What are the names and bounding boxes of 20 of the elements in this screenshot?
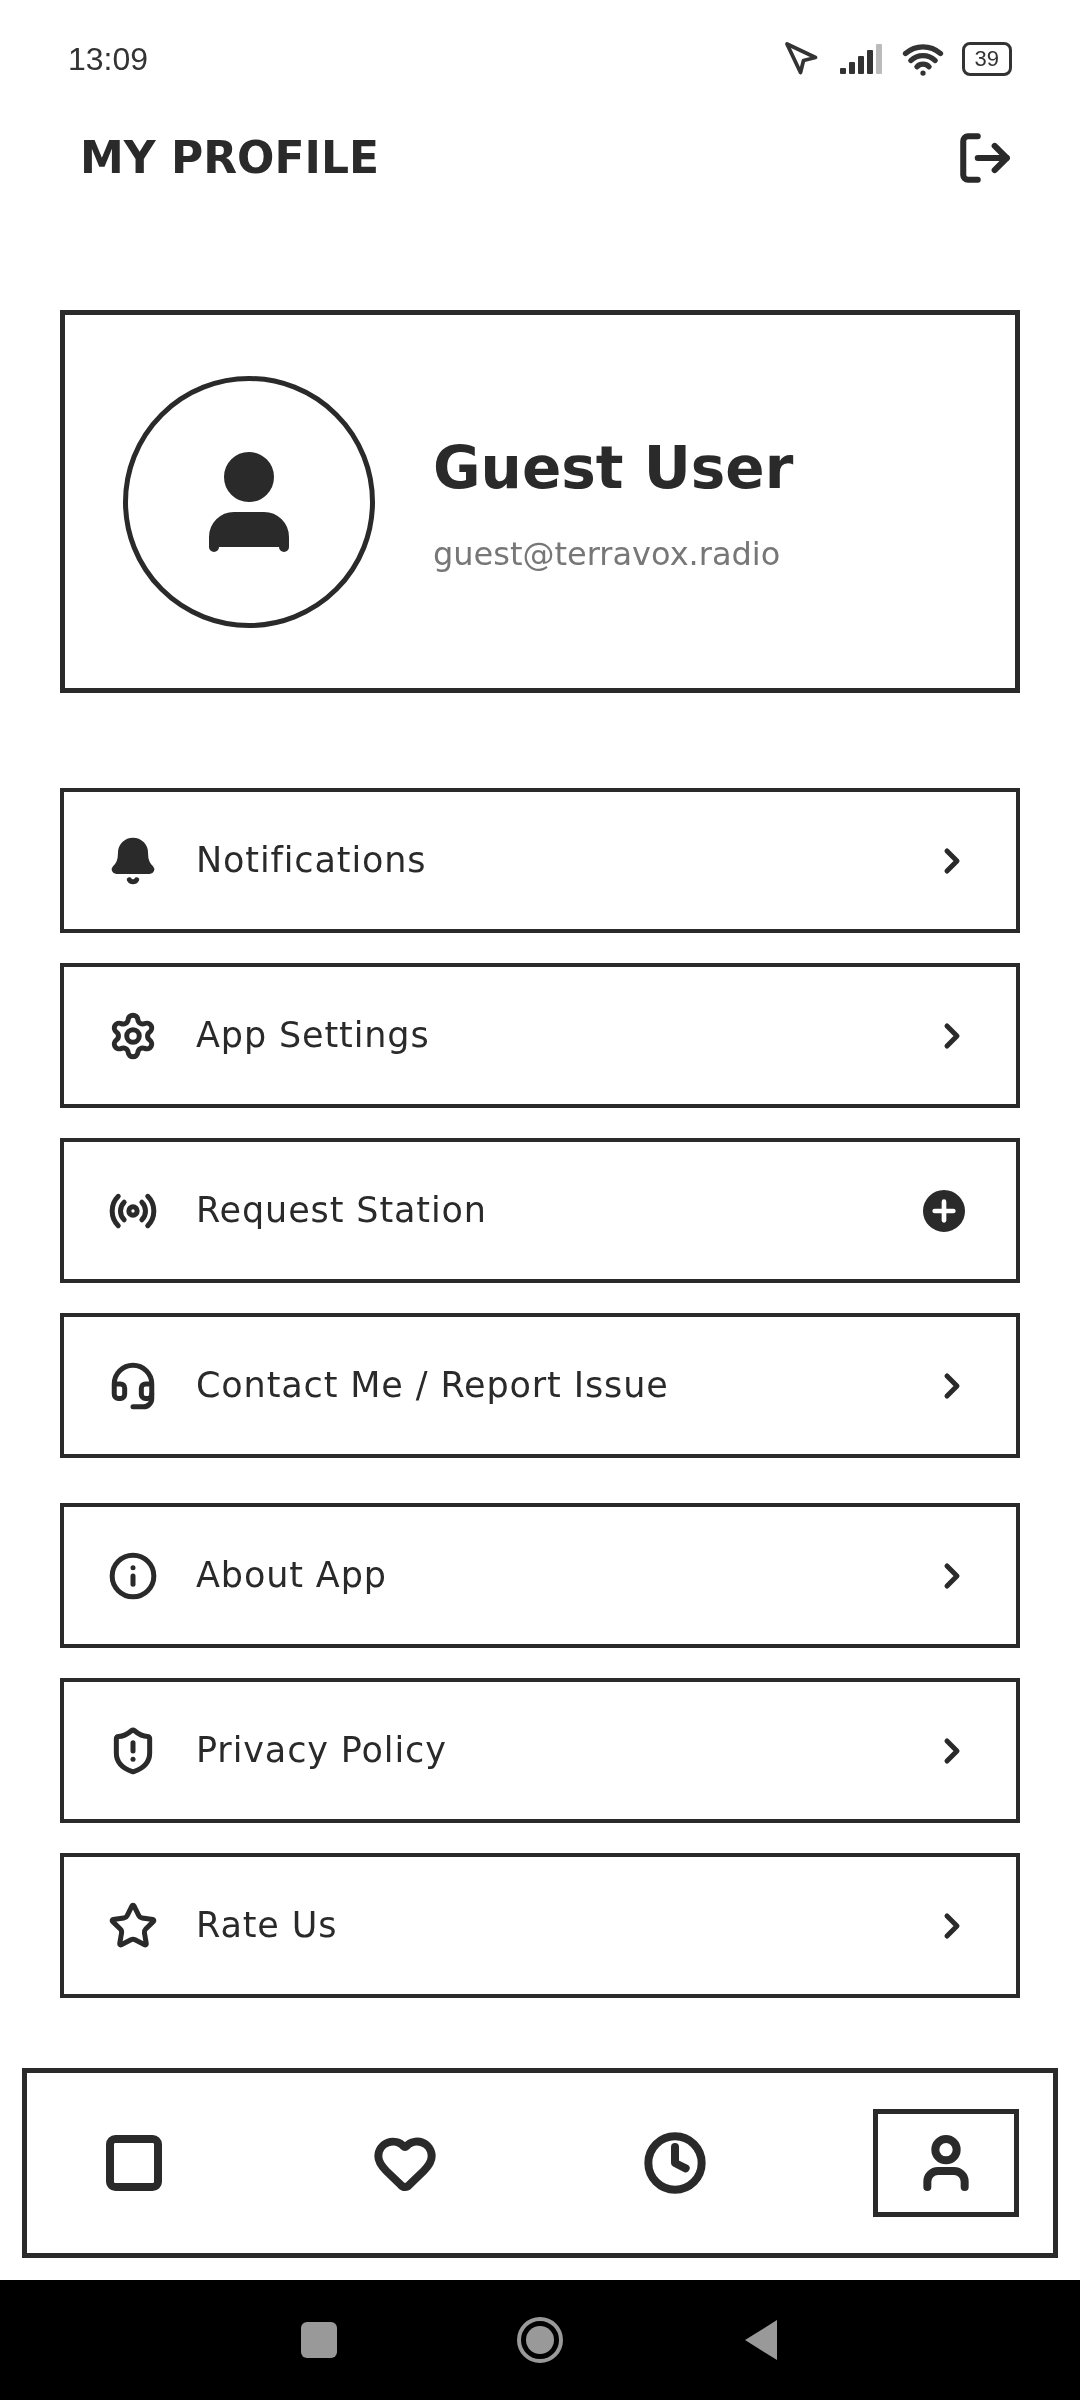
page-title: MY PROFILE (80, 131, 380, 185)
info-icon (108, 1550, 158, 1601)
menu-item[interactable]: Privacy Policy (60, 1678, 1020, 1823)
status-time: 13:09 (68, 40, 149, 79)
location-icon (783, 41, 820, 77)
battery-indicator: 39 (961, 42, 1012, 76)
home-button[interactable] (517, 2317, 563, 2363)
back-button[interactable] (743, 2318, 779, 2362)
menu-item[interactable]: Request Station (60, 1138, 1020, 1283)
recents-button[interactable] (301, 2322, 337, 2358)
user-email: guest@terravox.radio (433, 534, 782, 575)
clock-icon (643, 2131, 708, 2195)
menu-item[interactable]: App Settings (60, 963, 1020, 1108)
menu-item[interactable]: About App (60, 1503, 1020, 1648)
menu-item[interactable]: Notifications (60, 788, 1020, 933)
user-name: Guest User (433, 433, 794, 504)
menu-item[interactable]: Rate Us (60, 1853, 1020, 1998)
menu-item[interactable]: Contact Me / Report Issue (60, 1313, 1020, 1458)
nav-tab[interactable] (872, 2109, 1019, 2217)
signal-icon (839, 44, 884, 74)
